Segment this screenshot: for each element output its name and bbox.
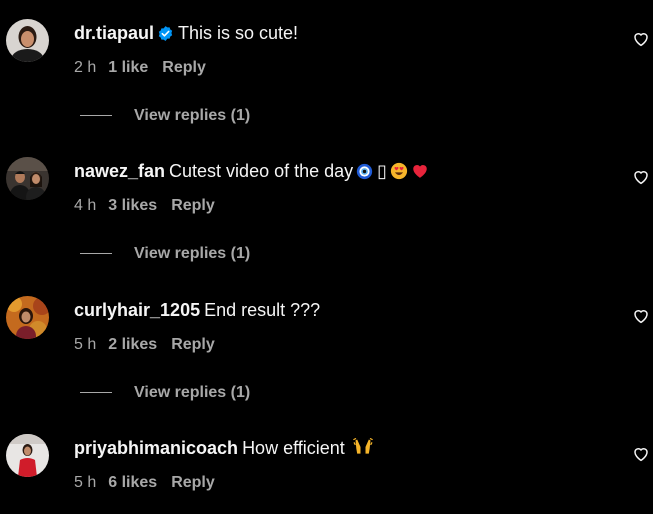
comment-text: This is so cute!: [178, 23, 299, 43]
reply-button[interactable]: Reply: [171, 473, 215, 493]
comment-meta: 4 h 3 likes Reply: [74, 196, 215, 216]
avatar[interactable]: [6, 296, 49, 339]
comment-line: priyabhimanicoach How efficient: [74, 436, 373, 463]
divider: [80, 253, 112, 255]
reply-button[interactable]: Reply: [171, 335, 215, 355]
view-replies-button[interactable]: View replies (1): [80, 106, 250, 126]
divider: [80, 392, 112, 394]
raising-hands-icon: [352, 437, 373, 463]
view-replies-label: View replies (1): [134, 107, 251, 124]
view-replies-button[interactable]: View replies (1): [80, 244, 250, 264]
avatar[interactable]: [6, 434, 49, 477]
comment-username[interactable]: curlyhair_1205: [74, 300, 200, 320]
heart-outline-icon[interactable]: [632, 30, 650, 48]
heart-outline-icon[interactable]: [632, 307, 650, 325]
comment-time: 5 h: [74, 474, 97, 491]
avatar[interactable]: [6, 157, 49, 200]
comment-time: 2 h: [74, 59, 97, 76]
avatar[interactable]: [6, 19, 49, 62]
comment-meta: 2 h 1 like Reply: [74, 58, 206, 78]
heart-outline-icon[interactable]: [632, 445, 650, 463]
comment-text: End result ???: [204, 300, 321, 320]
heart-outline-icon[interactable]: [632, 168, 650, 186]
comment-likes[interactable]: 6 likes: [108, 473, 157, 493]
red-heart-icon: [411, 162, 429, 186]
view-replies-label: View replies (1): [134, 245, 251, 262]
view-replies-button[interactable]: View replies (1): [80, 383, 250, 403]
comment-meta: 5 h 6 likes Reply: [74, 473, 215, 493]
comment-line: nawez_fan Cutest video of the day ▯: [74, 159, 429, 186]
comment-username[interactable]: nawez_fan: [74, 161, 165, 181]
divider: [80, 115, 112, 117]
missing-glyph-box: ▯: [377, 161, 388, 181]
nazar-amulet-icon: [356, 162, 373, 186]
verified-badge-icon: [157, 24, 174, 48]
comment-likes[interactable]: 3 likes: [108, 196, 157, 216]
comment-time: 5 h: [74, 336, 97, 353]
comment-text: Cutest video of the day: [169, 161, 354, 181]
comment-text: How efficient: [242, 438, 345, 458]
reply-button[interactable]: Reply: [171, 196, 215, 216]
comment-username[interactable]: priyabhimanicoach: [74, 438, 238, 458]
heart-eyes-face-icon: [390, 162, 408, 186]
comment-likes[interactable]: 2 likes: [108, 335, 157, 355]
comment-likes[interactable]: 1 like: [108, 58, 148, 78]
reply-button[interactable]: Reply: [162, 58, 206, 78]
view-replies-label: View replies (1): [134, 384, 251, 401]
comment-meta: 5 h 2 likes Reply: [74, 335, 215, 355]
comment-time: 4 h: [74, 197, 97, 214]
comment-line: dr.tiapaul This is so cute!: [74, 21, 298, 48]
comment-username[interactable]: dr.tiapaul: [74, 23, 154, 43]
comment-line: curlyhair_1205 End result ???: [74, 298, 320, 322]
